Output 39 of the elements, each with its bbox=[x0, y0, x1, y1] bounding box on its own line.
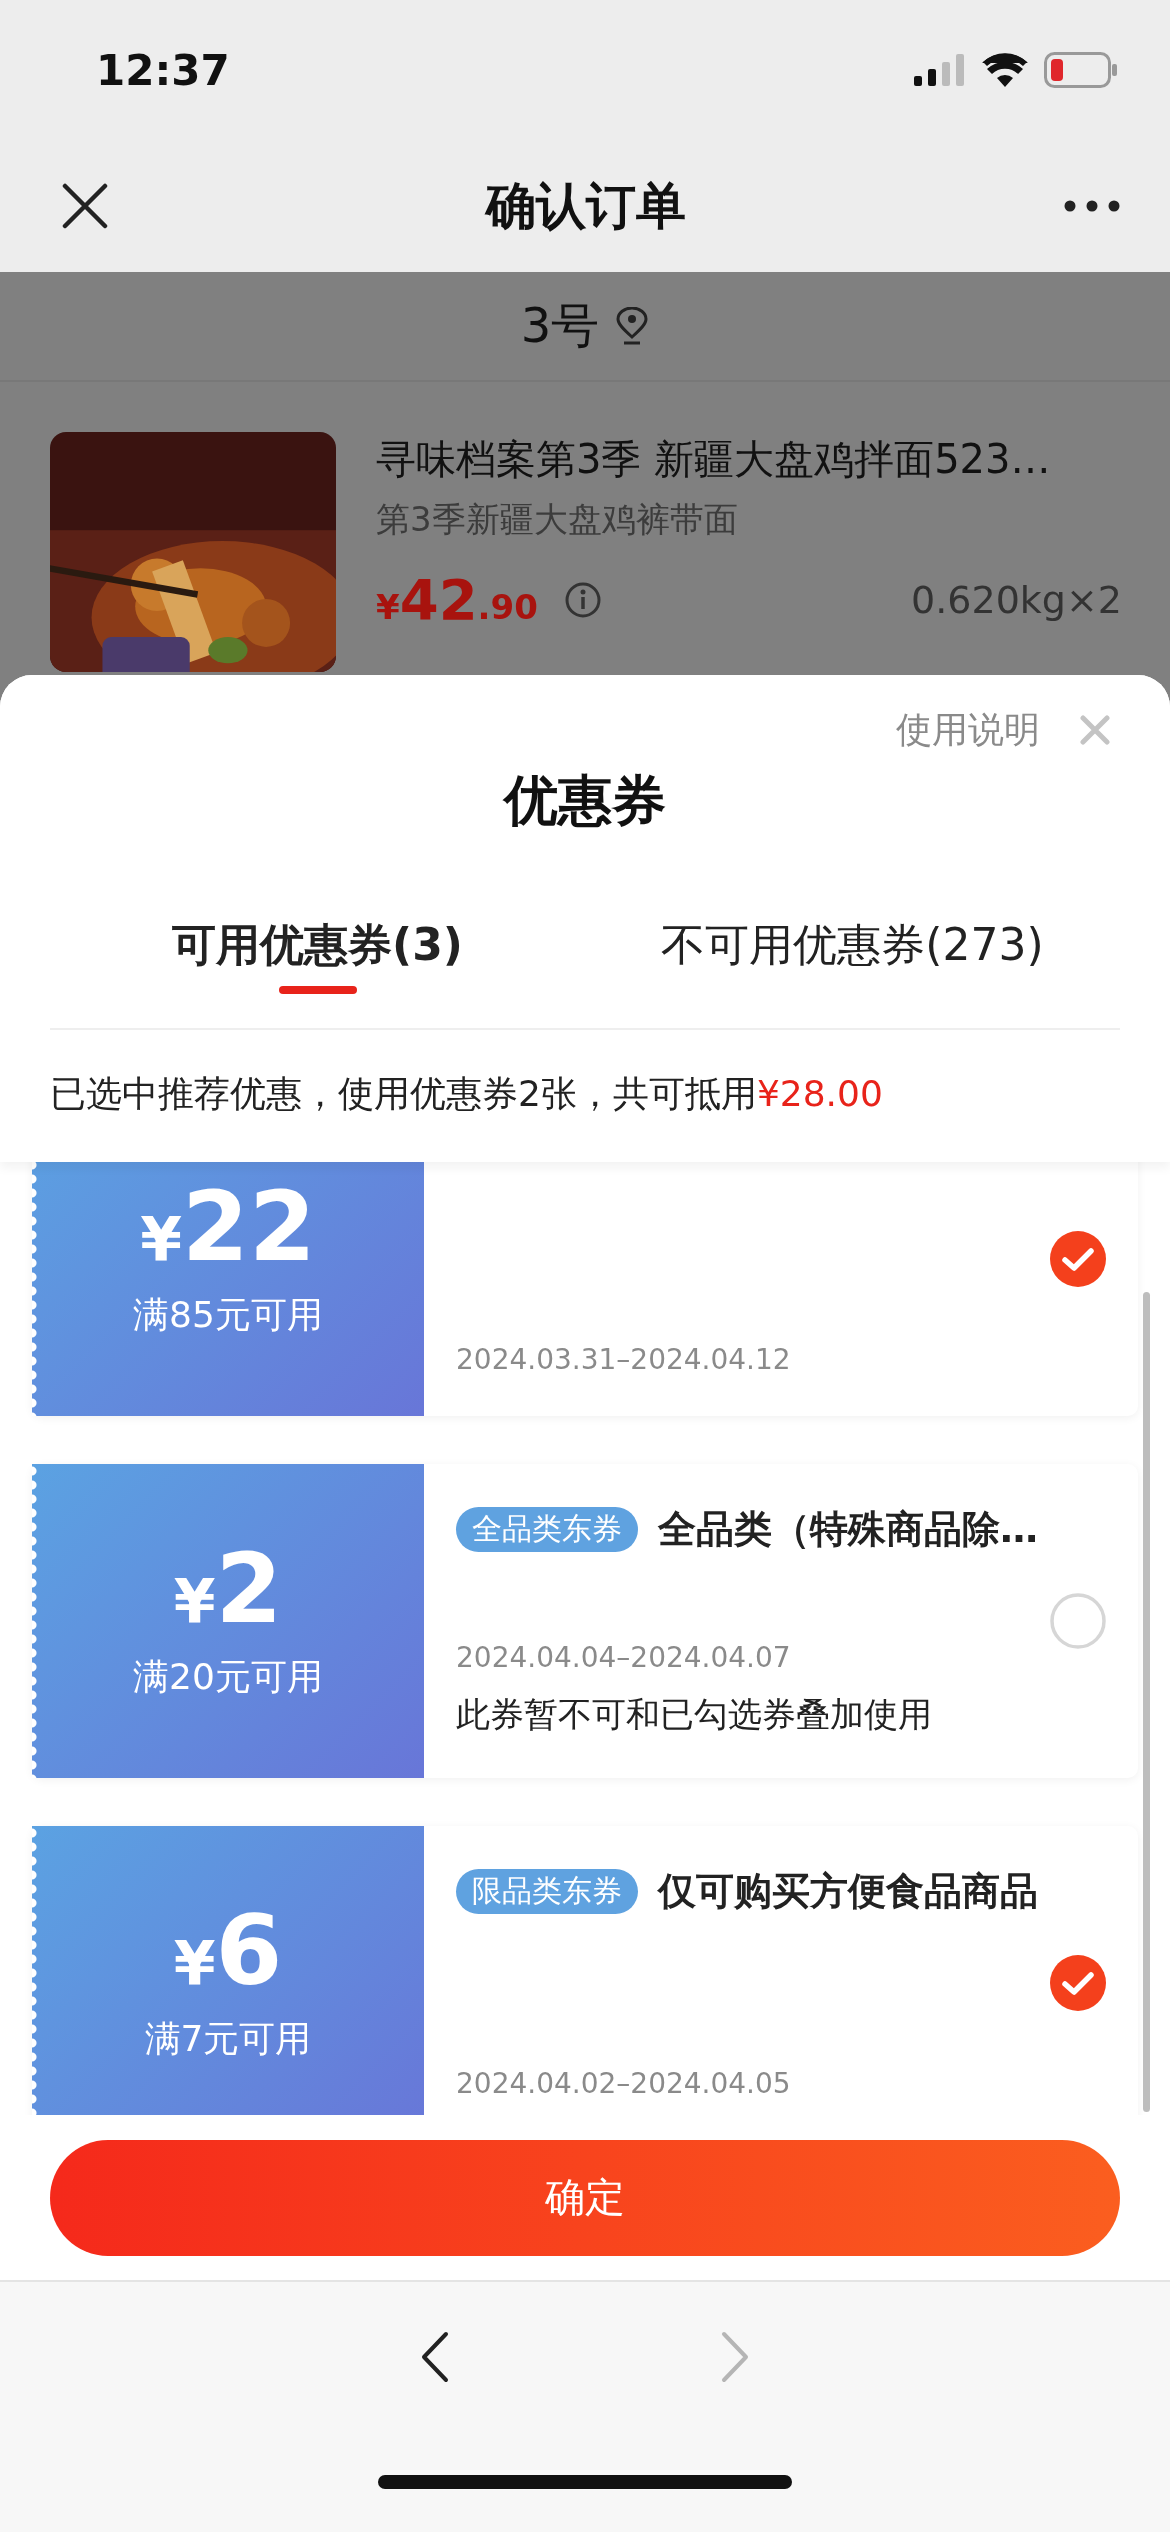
wifi-icon bbox=[982, 53, 1028, 87]
coupon-tab[interactable]: 不可用优惠券(273) bbox=[585, 908, 1120, 1028]
coupon-amount: ¥22 bbox=[140, 1178, 316, 1275]
checked-checkbox[interactable] bbox=[1050, 1955, 1106, 2011]
signal-icon bbox=[914, 54, 966, 86]
coupon-condition: 满7元可用 bbox=[144, 2016, 312, 2061]
status-time: 12:37 bbox=[96, 45, 230, 95]
product-price: ¥42.90 bbox=[376, 567, 538, 632]
coupon-card[interactable]: ¥6 满7元可用 限品类东券 仅可购买方便食品商品 2024.04.02–2024.04.05 bbox=[32, 1826, 1138, 2115]
coupon-condition: 满20元可用 bbox=[133, 1654, 323, 1699]
coupon-date-range: 2024.04.04–2024.04.07 bbox=[456, 1641, 792, 1674]
product-subtitle: 第3季新疆大盘鸡裤带面 bbox=[376, 498, 739, 541]
close-icon[interactable] bbox=[62, 183, 108, 229]
info-icon[interactable] bbox=[563, 580, 602, 619]
sheet-title: 优惠券 bbox=[501, 768, 667, 834]
product-title: 寻味档案第3季 新疆大盘鸡拌面523… bbox=[376, 435, 1052, 484]
coupon-name: 仅可购买方便食品商品 bbox=[658, 1868, 1038, 1915]
store-name: 3号 bbox=[520, 296, 600, 355]
coupon-note: 此券暂不可和已勾选券叠加使用 bbox=[456, 1693, 933, 1736]
confirm-button[interactable]: 确定 bbox=[50, 2139, 1120, 2256]
coupon-card[interactable]: ¥2 满20元可用 全品类东券 全品类（特殊商品除… 2024.04.04–2024.04.07 此券暂不可和已勾选券叠加使用 bbox=[32, 1464, 1138, 1778]
coupon-name: 全品类（特殊商品除… bbox=[658, 1506, 1038, 1553]
scrollbar[interactable] bbox=[1143, 1292, 1150, 2112]
coupon-date-range: 2024.03.31–2024.04.12 bbox=[456, 1343, 792, 1376]
battery-icon bbox=[1044, 52, 1118, 88]
coupon-tab[interactable]: 可用优惠券(3) bbox=[50, 908, 585, 1028]
location-pin-icon bbox=[615, 307, 650, 345]
page-title: 确认订单 bbox=[486, 175, 686, 237]
unchecked-checkbox[interactable] bbox=[1050, 1593, 1106, 1649]
summary-text: 已选中推荐优惠，使用优惠券2张，共可抵用¥28.00 bbox=[50, 1072, 884, 1116]
coupon-condition: 满85元可用 bbox=[133, 1292, 323, 1337]
product-quantity: 0.620kg×2 bbox=[911, 577, 1122, 622]
coupon-tag: 全品类东券 bbox=[456, 1507, 638, 1552]
coupon-tag: 限品类东券 bbox=[456, 1869, 638, 1914]
more-icon[interactable] bbox=[1064, 200, 1120, 212]
coupon-amount: ¥2 bbox=[173, 1540, 283, 1637]
coupon-amount: ¥6 bbox=[173, 1902, 283, 1999]
coupon-date-range: 2024.04.02–2024.04.05 bbox=[456, 2067, 792, 2100]
checked-checkbox[interactable] bbox=[1050, 1231, 1106, 1287]
